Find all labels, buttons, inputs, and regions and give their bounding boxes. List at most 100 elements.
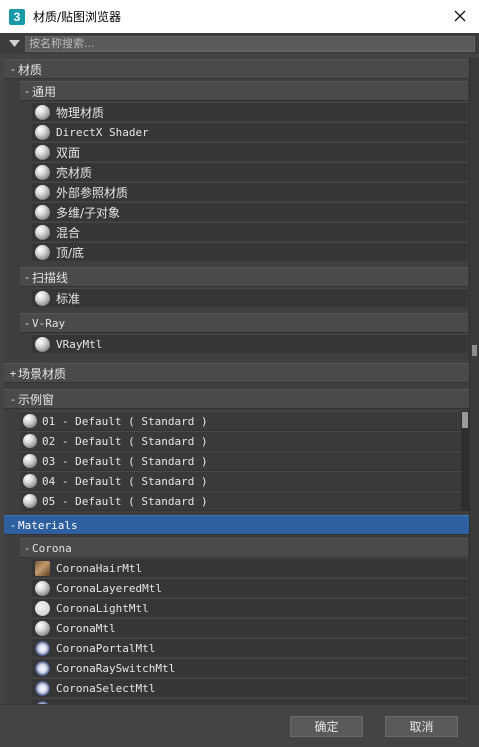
item-label: 壳材质 bbox=[56, 165, 93, 180]
group-label: 场景材质 bbox=[18, 366, 67, 381]
list-item[interactable]: 壳材质 bbox=[32, 162, 468, 181]
dialog-footer: 确定 取消 bbox=[0, 704, 479, 747]
item-label: 混合 bbox=[56, 225, 81, 240]
item-label: 双面 bbox=[56, 145, 81, 160]
sample-slot-row[interactable]: 01 - Default ( Standard ) bbox=[20, 411, 461, 430]
title-bar: 3 材质/贴图浏览器 bbox=[0, 0, 479, 33]
item-label: CoronaMtl bbox=[56, 621, 116, 635]
group-label: Materials bbox=[18, 518, 78, 532]
browser-list: - 材质 - 通用 物理材质 DirectX Shader 双面 壳材质 外部参… bbox=[4, 58, 469, 704]
item-label: CoronaLayeredMtl bbox=[56, 581, 162, 595]
item-label: 顶/底 bbox=[56, 245, 85, 260]
sample-label: 04 - Default ( Standard ) bbox=[42, 474, 208, 488]
collapse-sign: - bbox=[23, 270, 31, 284]
item-label: 外部参照材质 bbox=[56, 185, 129, 200]
main-scrollbar-thumb[interactable] bbox=[472, 345, 477, 356]
sphere-icon bbox=[35, 104, 50, 120]
group-label: 材质 bbox=[18, 62, 43, 77]
group-header-scene-materials[interactable]: + 场景材质 bbox=[4, 363, 469, 383]
sample-label: 01 - Default ( Standard ) bbox=[42, 414, 208, 428]
item-label: 标准 bbox=[56, 291, 81, 306]
sphere-icon bbox=[35, 336, 50, 352]
sphere-icon bbox=[35, 164, 50, 180]
ok-button[interactable]: 确定 bbox=[290, 716, 363, 737]
list-item[interactable]: 顶/底 bbox=[32, 242, 468, 261]
sphere-icon bbox=[23, 474, 37, 488]
search-row bbox=[0, 33, 479, 54]
search-options-button[interactable] bbox=[7, 37, 21, 51]
subgroup-label: 通用 bbox=[32, 84, 57, 99]
subgroup-label: Corona bbox=[32, 541, 72, 555]
sample-label: 02 - Default ( Standard ) bbox=[42, 434, 208, 448]
close-icon bbox=[454, 10, 466, 22]
sphere-icon bbox=[23, 414, 37, 428]
item-label: DirectX Shader bbox=[56, 125, 149, 139]
list-item[interactable]: 标准 bbox=[32, 288, 468, 307]
list-item[interactable]: CoronaLayeredMtl bbox=[32, 578, 468, 597]
item-label: VRayMtl bbox=[56, 337, 103, 351]
sample-slot-row[interactable]: 03 - Default ( Standard ) bbox=[20, 451, 461, 470]
item-label: 多维/子对象 bbox=[56, 205, 121, 220]
app-icon: 3 bbox=[9, 8, 25, 25]
subgroup-header-general[interactable]: - 通用 bbox=[20, 81, 468, 101]
item-label: CoronaPortalMtl bbox=[56, 641, 156, 655]
triangle-down-icon bbox=[8, 39, 20, 47]
list-item[interactable]: 外部参照材质 bbox=[32, 182, 468, 201]
list-item[interactable]: CoronaHairMtl bbox=[32, 558, 468, 577]
list-item[interactable]: 双面 bbox=[32, 142, 468, 161]
sphere-icon bbox=[35, 580, 50, 596]
collapse-sign: - bbox=[23, 541, 31, 555]
main-scrollbar[interactable] bbox=[469, 58, 479, 704]
subgroup-header-scanline[interactable]: - 扫描线 bbox=[20, 267, 468, 287]
sample-slot-row[interactable]: 02 - Default ( Standard ) bbox=[20, 431, 461, 450]
collapse-sign: - bbox=[23, 316, 31, 330]
sample-scrollbar-thumb[interactable] bbox=[462, 412, 468, 428]
portal-icon bbox=[35, 640, 50, 656]
list-item[interactable]: CoronaRaySwitchMtl bbox=[32, 658, 468, 677]
window-title: 材质/贴图浏览器 bbox=[33, 10, 122, 24]
collapse-sign: - bbox=[9, 392, 17, 406]
collapse-sign: - bbox=[9, 518, 17, 532]
list-item[interactable]: VRayMtl bbox=[32, 334, 468, 353]
portal-icon bbox=[35, 660, 50, 676]
collapse-sign: - bbox=[9, 62, 17, 76]
search-input[interactable] bbox=[25, 35, 475, 52]
cancel-button[interactable]: 取消 bbox=[385, 716, 458, 737]
sample-label: 03 - Default ( Standard ) bbox=[42, 454, 208, 468]
sample-slots-list: 01 - Default ( Standard ) 02 - Default (… bbox=[20, 411, 461, 511]
light-sphere-icon bbox=[35, 600, 50, 616]
sphere-icon bbox=[23, 494, 37, 508]
sphere-icon bbox=[23, 434, 37, 448]
subgroup-header-vray[interactable]: - V-Ray bbox=[20, 313, 468, 333]
sphere-icon bbox=[35, 224, 50, 240]
list-item[interactable]: 多维/子对象 bbox=[32, 202, 468, 221]
list-item[interactable]: CoronaMtl bbox=[32, 618, 468, 637]
group-header-sample-slots[interactable]: - 示例窗 bbox=[4, 389, 469, 409]
item-label: CoronaLightMtl bbox=[56, 601, 149, 615]
sphere-icon bbox=[35, 204, 50, 220]
list-item[interactable]: CoronaSelectMtl bbox=[32, 678, 468, 697]
sphere-icon bbox=[35, 620, 50, 636]
close-button[interactable] bbox=[450, 6, 470, 26]
list-item[interactable]: 混合 bbox=[32, 222, 468, 241]
list-item[interactable]: CoronaLightMtl bbox=[32, 598, 468, 617]
subgroup-header-corona[interactable]: - Corona bbox=[20, 538, 468, 558]
sphere-icon bbox=[35, 124, 50, 140]
sphere-icon bbox=[35, 290, 50, 306]
sphere-icon bbox=[23, 454, 37, 468]
item-label: CoronaHairMtl bbox=[56, 561, 143, 575]
hair-icon bbox=[35, 560, 50, 576]
group-header-materials-en[interactable]: - Materials bbox=[4, 515, 469, 535]
subgroup-label: 扫描线 bbox=[32, 270, 69, 285]
list-item[interactable]: DirectX Shader bbox=[32, 122, 468, 141]
sample-slot-row[interactable]: 05 - Default ( Standard ) bbox=[20, 491, 461, 510]
item-label: CoronaRaySwitchMtl bbox=[56, 661, 176, 675]
list-item[interactable]: 物理材质 bbox=[32, 102, 468, 121]
list-item[interactable]: CoronaPortalMtl bbox=[32, 638, 468, 657]
group-header-materials[interactable]: - 材质 bbox=[4, 59, 469, 79]
sample-slot-row[interactable]: 04 - Default ( Standard ) bbox=[20, 471, 461, 490]
portal-icon bbox=[35, 680, 50, 696]
sphere-icon bbox=[35, 184, 50, 200]
sample-scrollbar[interactable] bbox=[461, 411, 469, 511]
sphere-icon bbox=[35, 144, 50, 160]
